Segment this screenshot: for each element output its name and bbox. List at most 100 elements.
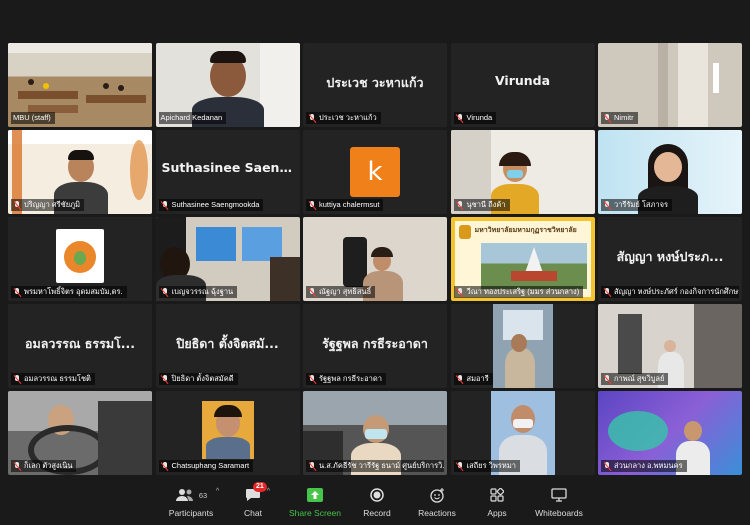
tile-phakthirat[interactable]: น.ส.ภัคธีรัช วารีรัฐ ธนาม์ ศูนย์บริการวิ…: [303, 391, 447, 475]
mic-muted-icon: [603, 200, 611, 210]
participant-label: น.ส.ภัคธีรัช วารีรัฐ ธนาม์ ศูนย์บริการวิ…: [306, 460, 444, 472]
mic-muted-icon: [603, 287, 611, 297]
apps-label: Apps: [487, 508, 507, 518]
tile-mbu-staff[interactable]: MBU (staff): [8, 43, 152, 127]
tile-kilek[interactable]: ก็เลก ตัวสูงเนิน: [8, 391, 152, 475]
tile-nattaya[interactable]: ณัฐญา สุทธิสนธิ์: [303, 217, 447, 301]
participants-button[interactable]: 63 ^ Participants: [159, 479, 223, 525]
tile-sanya[interactable]: สัญญา หงษ์ประภ... สัญญา หงษ์ประภัศร์ กอง…: [598, 217, 742, 301]
tile-apichard[interactable]: Apichard Kedanan: [155, 43, 300, 127]
mic-muted-icon: [603, 113, 611, 123]
video-grid: MBU (staff) Apichard Kedanan ประเวช วะหา…: [8, 43, 742, 475]
tile-ratthapol[interactable]: รัฐฐพล กรธีระอาดา รัฐฐพล กรธีระอาดา: [303, 304, 447, 388]
participant-label: MBU (staff): [11, 112, 55, 124]
participant-label: สัญญา หงษ์ประภัศร์ กองกิจการนักศึกษา: [601, 286, 739, 298]
chat-button[interactable]: 21 ^ Chat: [223, 479, 283, 525]
mic-muted-icon: [308, 461, 316, 471]
reactions-button[interactable]: Reactions: [407, 479, 467, 525]
mic-muted-icon: [308, 200, 316, 210]
mic-muted-icon: [13, 200, 21, 210]
mic-muted-icon: [308, 113, 316, 123]
tile-kuttiya[interactable]: k kuttiya chalermsut: [303, 130, 447, 214]
participant-label: Chatsuphang Saramart: [158, 460, 254, 472]
participant-label: ปริญญา ศรีชัยภูมิ: [11, 199, 85, 211]
participant-label: Nimitr: [601, 112, 638, 124]
participant-label: ณัฐญา สุทธิสนธิ์: [306, 286, 376, 298]
university-sign-text: มหาวิทยาลัยมหามกุฏราชวิทยาลัย: [474, 226, 577, 234]
whiteboard-icon: [551, 488, 567, 502]
participant-label: ประเวช วะหาแก้ว: [306, 112, 381, 124]
share-screen-icon: [307, 488, 323, 502]
participant-label: kuttiya chalermsut: [306, 199, 384, 211]
participant-label: รัฐฐพล กรธีระอาดา: [306, 373, 386, 385]
tile-promhapho[interactable]: พรมหาโพธิ์จิตร อุดมสมบัม,ดร.: [8, 217, 152, 301]
mic-muted-icon: [13, 287, 21, 297]
mic-muted-icon: [456, 287, 464, 297]
mic-muted-icon: [161, 200, 169, 210]
participant-label: นุชานี ถีงค้า: [453, 199, 510, 211]
tile-weena[interactable]: มหาวิทยาลัยมหามกุฏราชวิทยาลัย วีณา ทองปร…: [450, 217, 595, 301]
participant-name-display: ประเวช วะหาแก้ว: [326, 75, 424, 90]
participants-count: 63: [198, 490, 208, 500]
participant-label: Virunda: [453, 112, 497, 124]
participant-label: Suthasinee Saengmookda: [158, 199, 264, 211]
share-screen-button[interactable]: Share Screen: [283, 479, 347, 525]
participants-label: Participants: [168, 508, 214, 518]
mic-muted-icon: [161, 287, 169, 297]
chat-unread-badge: 21: [253, 482, 267, 492]
mic-muted-icon: [456, 461, 464, 471]
mic-muted-icon: [603, 374, 611, 384]
avatar: k: [350, 147, 400, 197]
participant-label: Apichard Kedanan: [158, 112, 227, 124]
mic-muted-icon: [456, 374, 464, 384]
participant-label: พรมหาโพธิ์จิตร อุดมสมบัม,ดร.: [11, 286, 127, 298]
participant-label: วารีรัมย์ โสภาจร: [601, 199, 673, 211]
participant-label: วีณา ทองประเสริฐ (มมร ส่วนกลาง): [453, 286, 584, 298]
participant-name-display: อมลวรรณ ธรรมโ...: [24, 336, 136, 351]
tile-sathian[interactable]: เสถียร วิพรหมา: [450, 391, 595, 475]
tile-amolwan[interactable]: อมลวรรณ ธรรมโ... อมลวรรณ ธรรมโชติ: [8, 304, 152, 388]
reactions-icon: [429, 487, 444, 503]
tile-suanklang[interactable]: ส่วนกลาง อ.พหมนคร: [598, 391, 742, 475]
chevron-up-icon[interactable]: ^: [216, 488, 219, 495]
participant-name-display: Suthasinee Saen...: [161, 160, 294, 175]
chat-label: Chat: [244, 508, 262, 518]
share-screen-label: Share Screen: [289, 508, 341, 518]
tile-wareeram[interactable]: วารีรัมย์ โสภาจร: [598, 130, 742, 214]
tile-suthasinee[interactable]: Suthasinee Saen... Suthasinee Saengmookd…: [155, 130, 300, 214]
record-button[interactable]: Record: [347, 479, 407, 525]
tile-piyatida[interactable]: ปิยธิดา ตั้งจิตสมั... ปิยธิดา ตั้งจิตสมั…: [155, 304, 300, 388]
mic-muted-icon: [161, 461, 169, 471]
tile-parinya[interactable]: ปริญญา ศรีชัยภูมิ: [8, 130, 152, 214]
record-icon: [370, 488, 384, 502]
participant-name-display: ปิยธิดา ตั้งจิตสมั...: [176, 336, 279, 351]
record-label: Record: [363, 508, 391, 518]
participants-icon: [175, 489, 193, 501]
tile-nuchanee[interactable]: นุชานี ถีงค้า: [450, 130, 595, 214]
participant-label: เสถียร วิพรหมา: [453, 460, 520, 472]
mic-muted-icon: [308, 374, 316, 384]
participant-label: กาพณ์ สุขวิบูลย์: [601, 373, 669, 385]
whiteboards-button[interactable]: Whiteboards: [527, 479, 591, 525]
mic-muted-icon: [308, 287, 316, 297]
meeting-toolbar: 63 ^ Participants 21 ^ Chat Share Screen: [0, 479, 750, 525]
participant-label: สมอารี: [453, 373, 493, 385]
tile-benjawan[interactable]: เบญจวรรณ ฉุ้งฐาน: [155, 217, 300, 301]
chevron-up-icon[interactable]: ^: [267, 488, 270, 495]
participant-label: ก็เลก ตัวสูงเนิน: [11, 460, 77, 472]
tile-virunda[interactable]: Virunda Virunda: [450, 43, 595, 127]
participant-name-display: รัฐฐพล กรธีระอาดา: [322, 336, 428, 351]
tile-nimitr[interactable]: Nimitr: [598, 43, 742, 127]
apps-button[interactable]: Apps: [467, 479, 527, 525]
tile-somaree[interactable]: สมอารี: [450, 304, 595, 388]
mic-muted-icon: [603, 461, 611, 471]
mic-muted-icon: [456, 200, 464, 210]
whiteboards-label: Whiteboards: [535, 508, 583, 518]
participant-label: ปิยธิดา ตั้งจิตสมัคดี: [158, 373, 238, 385]
tile-pravech[interactable]: ประเวช วะหาแก้ว ประเวช วะหาแก้ว: [303, 43, 447, 127]
apps-icon: [490, 488, 504, 502]
mic-muted-icon: [456, 113, 464, 123]
tile-chatsuphang[interactable]: Chatsuphang Saramart: [155, 391, 300, 475]
participant-label: อมลวรรณ ธรรมโชติ: [11, 373, 95, 385]
tile-kaphon[interactable]: กาพณ์ สุขวิบูลย์: [598, 304, 742, 388]
